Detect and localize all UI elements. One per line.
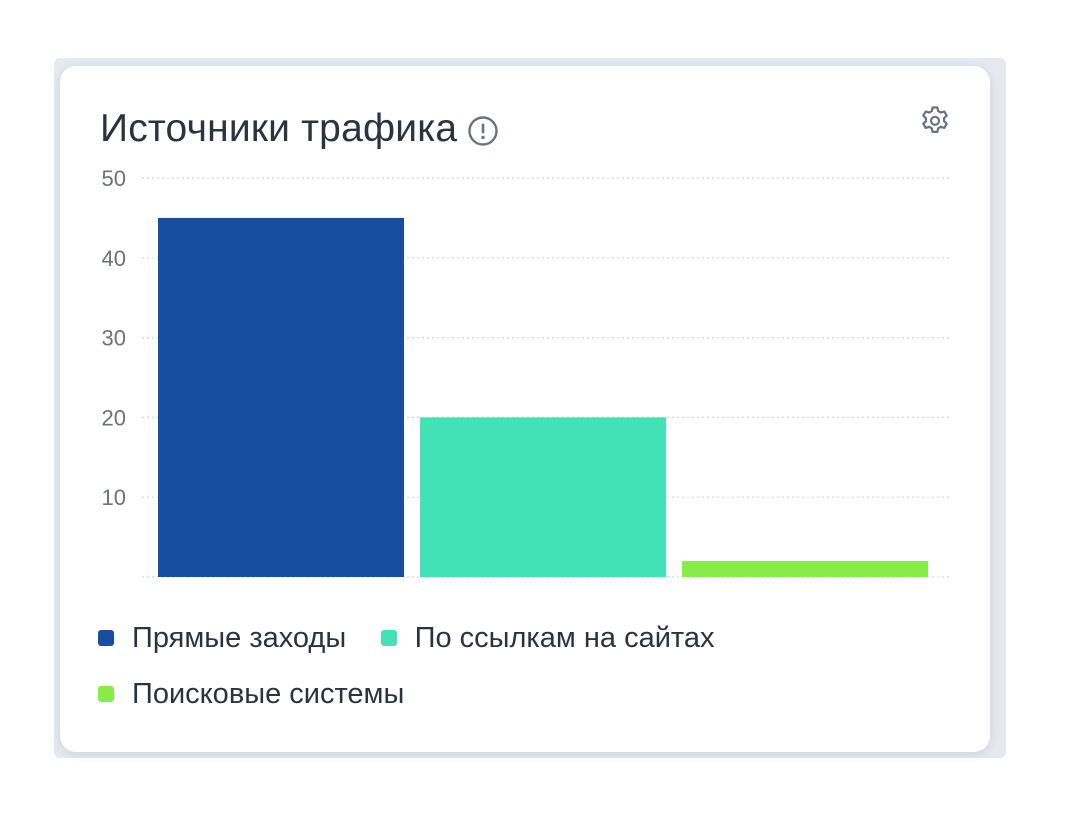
chart-legend: Прямые заходы По ссылкам на сайтах Поиск… xyxy=(98,612,958,720)
y-tick-label: 40 xyxy=(102,246,126,271)
legend-swatch xyxy=(98,630,114,646)
legend-label: По ссылкам на сайтах xyxy=(414,621,715,654)
bar-3[interactable] xyxy=(682,561,928,577)
legend-label: Поисковые системы xyxy=(132,677,405,710)
legend-label: Прямые заходы xyxy=(132,621,347,654)
bar-2[interactable] xyxy=(420,417,666,577)
y-axis-ticks: 10 20 30 40 50 xyxy=(102,166,126,510)
bar-1[interactable] xyxy=(158,217,404,577)
y-tick-label: 50 xyxy=(102,166,126,191)
legend-swatch xyxy=(98,686,114,702)
legend-item-search[interactable]: Поисковые системы xyxy=(98,668,404,720)
traffic-sources-widget: Источники трафика 10 20 30 40 50 Прямые захо… xyxy=(60,66,990,752)
legend-item-referral[interactable]: По ссылкам на сайтах xyxy=(380,612,715,664)
bar-chart: 10 20 30 40 50 xyxy=(102,166,950,578)
y-tick-label: 30 xyxy=(102,326,126,351)
legend-swatch xyxy=(380,630,397,646)
y-tick-label: 20 xyxy=(102,405,126,430)
bars xyxy=(158,217,928,577)
legend-item-direct[interactable]: Прямые заходы xyxy=(98,612,346,664)
y-tick-label: 10 xyxy=(102,485,126,510)
